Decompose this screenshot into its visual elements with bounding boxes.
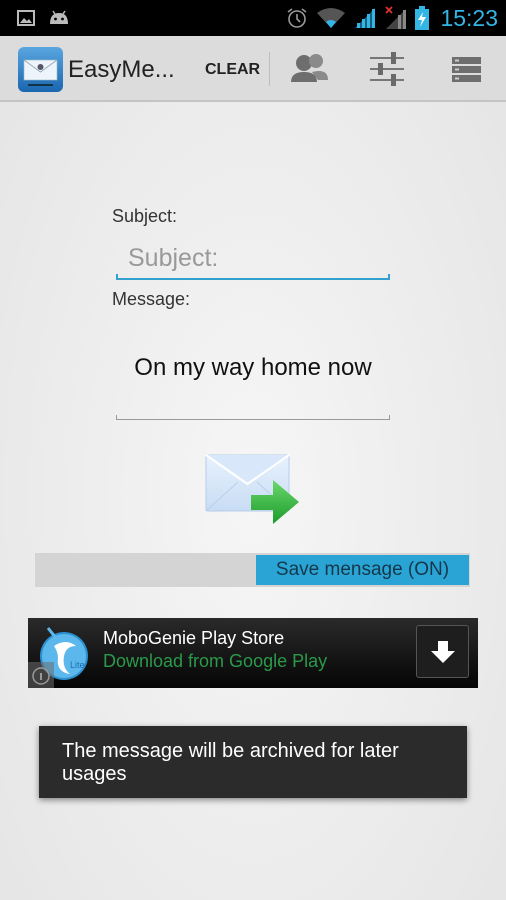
download-arrow-icon (430, 640, 455, 663)
action-bar: EasyMe... CLEAR (0, 36, 506, 102)
toast-message: The message will be archived for later u… (39, 726, 467, 798)
signal-no-data-icon (383, 0, 409, 36)
ad-subtitle: Download from Google Play (103, 651, 328, 671)
lite-badge: Lite (70, 660, 85, 670)
signal-icon (352, 0, 378, 36)
list-icon[interactable] (447, 50, 487, 88)
subject-label: Subject: (112, 206, 178, 226)
clear-button[interactable]: CLEAR (205, 61, 260, 79)
android-icon (47, 0, 71, 36)
status-bar: 15:23 (0, 0, 506, 36)
message-input-corner (116, 415, 117, 420)
action-bar-divider (269, 52, 270, 86)
alarm-icon (286, 0, 308, 36)
battery-charging-icon (414, 0, 430, 36)
save-message-toggle[interactable]: Save mensage (ON) (35, 553, 470, 587)
subject-input[interactable] (116, 238, 390, 280)
settings-sliders-icon[interactable] (368, 50, 408, 88)
subject-input-corner (388, 274, 390, 280)
message-text: On my way home now (134, 354, 372, 381)
message-input-corner (389, 415, 390, 420)
wifi-icon (315, 0, 347, 36)
message-label: Message: (112, 289, 191, 309)
envelope-app-icon[interactable] (18, 47, 63, 92)
message-input[interactable]: On my way home now (116, 340, 390, 420)
save-message-label: Save mensage (ON) (275, 559, 450, 580)
send-mail-button[interactable] (203, 452, 303, 528)
send-mail-icon (205, 454, 299, 524)
contacts-icon[interactable] (290, 50, 330, 88)
ad-download-button[interactable] (416, 625, 469, 678)
gallery-icon (16, 0, 36, 36)
ad-banner[interactable]: Lite MoboGenie Play Store Download from … (28, 618, 478, 688)
info-icon[interactable] (28, 662, 54, 688)
subject-input-corner (116, 274, 118, 280)
app-title[interactable]: EasyMe... (68, 56, 175, 84)
save-message-toggle-on[interactable]: Save mensage (ON) (256, 555, 469, 585)
toast-text: The message will be archived for later u… (62, 740, 399, 785)
ad-title: MoboGenie Play Store (103, 628, 285, 648)
clock: 15:23 (440, 4, 498, 31)
